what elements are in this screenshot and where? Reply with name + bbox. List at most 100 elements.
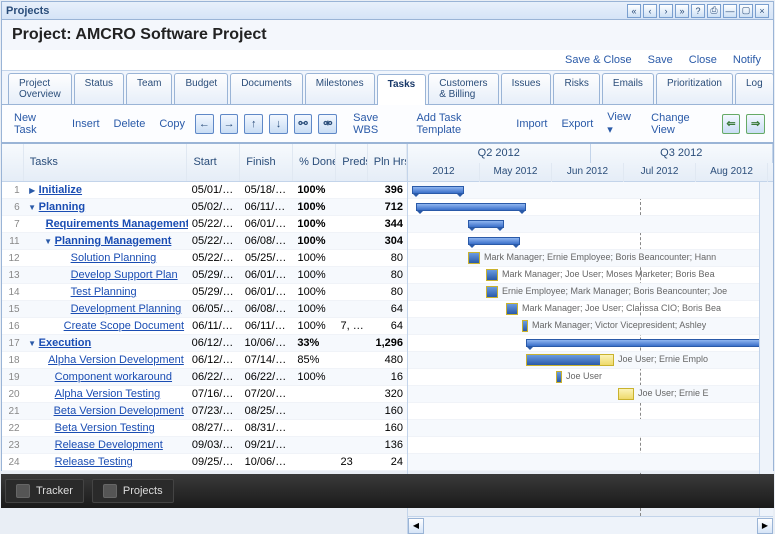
col-preds[interactable]: Preds <box>336 144 367 181</box>
col-tasks[interactable]: Tasks <box>24 144 188 181</box>
gantt-bar[interactable] <box>522 320 528 332</box>
nav-next-icon[interactable]: › <box>659 4 673 18</box>
cell-start[interactable]: 07/23/2012 <box>188 405 241 417</box>
cell-finish[interactable]: 07/14/2012 <box>241 354 294 366</box>
minimize-icon[interactable]: — <box>723 4 737 18</box>
cell-done[interactable]: 100% <box>294 320 337 332</box>
scroll-right-button[interactable]: ▶ <box>757 518 773 534</box>
cell-start[interactable]: 05/29/2012 <box>188 269 241 281</box>
cell-plnhrs[interactable]: 24 <box>368 456 407 468</box>
gantt-bar[interactable] <box>412 186 464 194</box>
cell-finish[interactable]: 06/22/2012 <box>241 371 294 383</box>
cell-plnhrs[interactable]: 304 <box>368 235 407 247</box>
table-row[interactable]: 20Alpha Version Testing07/16/201207/20/2… <box>2 386 407 403</box>
scroll-left-button[interactable]: ◀ <box>408 518 424 534</box>
cell-plnhrs[interactable]: 1,296 <box>368 337 407 349</box>
cell-plnhrs[interactable]: 480 <box>368 354 407 366</box>
arrow-down-icon[interactable]: ↓ <box>269 114 288 134</box>
gantt-bar[interactable] <box>526 339 773 347</box>
table-row[interactable]: 16Create Scope Document06/11/201206/11/2… <box>2 318 407 335</box>
arrow-right-icon[interactable]: → <box>220 114 239 134</box>
gantt-bar[interactable] <box>526 354 614 366</box>
expand-icon[interactable]: ▼ <box>28 339 37 348</box>
new-task-button[interactable]: New Task <box>10 110 62 138</box>
scroll-left-icon[interactable]: ⇐ <box>722 114 741 134</box>
gantt-bar[interactable] <box>618 388 634 400</box>
cell-start[interactable]: 06/12/2012 <box>188 337 241 349</box>
tab-status[interactable]: Status <box>74 73 124 104</box>
gantt-bar[interactable] <box>468 237 520 245</box>
cell-start[interactable]: 05/02/2012 <box>188 201 241 213</box>
table-row[interactable]: 21Beta Version Development07/23/201208/2… <box>2 403 407 420</box>
nav-last-icon[interactable]: » <box>675 4 689 18</box>
gantt-bar[interactable] <box>416 203 526 211</box>
cell-preds[interactable]: 23 <box>336 456 367 468</box>
copy-button[interactable]: Copy <box>155 116 189 132</box>
close-button[interactable]: Close <box>689 54 717 66</box>
export-button[interactable]: Export <box>557 116 597 132</box>
cell-finish[interactable]: 06/11/2012 <box>241 320 294 332</box>
tab-documents[interactable]: Documents <box>230 73 303 104</box>
task-name[interactable]: Release Testing <box>55 456 133 468</box>
cell-start[interactable]: 06/12/2012 <box>188 354 241 366</box>
task-name[interactable]: Component workaround <box>55 371 172 383</box>
task-name[interactable]: Test Planning <box>71 286 137 298</box>
tab-prioritization[interactable]: Prioritization <box>656 73 733 104</box>
maximize-icon[interactable]: ▢ <box>739 4 753 18</box>
tab-budget[interactable]: Budget <box>174 73 228 104</box>
cell-start[interactable]: 08/27/2012 <box>188 422 241 434</box>
import-button[interactable]: Import <box>512 116 551 132</box>
task-name[interactable]: Create Scope Document <box>64 320 184 332</box>
nav-first-icon[interactable]: « <box>627 4 641 18</box>
view-dropdown[interactable]: View ▾ <box>603 109 641 138</box>
cell-plnhrs[interactable]: 80 <box>368 286 407 298</box>
save-button[interactable]: Save <box>648 54 673 66</box>
cell-start[interactable]: 05/29/2012 <box>188 286 241 298</box>
cell-finish[interactable]: 05/18/2012 <box>240 184 293 196</box>
add-template-button[interactable]: Add Task Template <box>412 110 506 138</box>
taskbar-projects[interactable]: Projects <box>92 479 174 503</box>
table-row[interactable]: 23Release Development09/03/201209/21/201… <box>2 437 407 454</box>
table-row[interactable]: 14Test Planning05/29/201206/01/2012100%8… <box>2 284 407 301</box>
cell-done[interactable]: 100% <box>294 303 337 315</box>
gantt-bar[interactable] <box>468 252 480 264</box>
cell-plnhrs[interactable]: 64 <box>368 303 407 315</box>
cell-plnhrs[interactable]: 396 <box>368 184 407 196</box>
cell-start[interactable]: 05/22/2012 <box>188 235 241 247</box>
expand-icon[interactable]: ▶ <box>28 186 37 195</box>
gantt-bar[interactable] <box>486 286 498 298</box>
gantt-bar[interactable] <box>468 220 504 228</box>
tab-customers-billing[interactable]: Customers & Billing <box>428 73 498 104</box>
expand-icon[interactable]: ▼ <box>28 203 37 212</box>
taskbar-tracker[interactable]: Tracker <box>5 479 84 503</box>
table-row[interactable]: 1▶Initialize05/01/201205/18/2012100%396 <box>2 182 407 199</box>
expand-icon[interactable]: ▼ <box>44 237 53 246</box>
cell-plnhrs[interactable]: 16 <box>368 371 407 383</box>
cell-done[interactable]: 100% <box>293 218 336 230</box>
cell-done[interactable]: 100% <box>294 269 337 281</box>
arrow-up-icon[interactable]: ↑ <box>244 114 263 134</box>
task-name[interactable]: Release Development <box>55 439 163 451</box>
task-name[interactable]: Beta Version Testing <box>55 422 155 434</box>
cell-finish[interactable]: 08/31/2012 <box>241 422 294 434</box>
delete-button[interactable]: Delete <box>110 116 150 132</box>
cell-done[interactable]: 100% <box>294 252 337 264</box>
table-row[interactable]: 7Requirements Management05/22/201206/01/… <box>2 216 407 233</box>
task-name[interactable]: Development Planning <box>71 303 182 315</box>
cell-plnhrs[interactable]: 320 <box>368 388 407 400</box>
cell-plnhrs[interactable]: 136 <box>368 439 407 451</box>
cell-start[interactable]: 05/01/2012 <box>188 184 241 196</box>
nav-prev-icon[interactable]: ‹ <box>643 4 657 18</box>
table-row[interactable]: 18Alpha Version Development06/12/201207/… <box>2 352 407 369</box>
gantt-bar[interactable] <box>486 269 498 281</box>
task-name[interactable]: Alpha Version Testing <box>55 388 161 400</box>
table-row[interactable]: 19Component workaround06/22/201206/22/20… <box>2 369 407 386</box>
cell-start[interactable]: 06/22/2012 <box>188 371 241 383</box>
horizontal-scrollbar[interactable]: ◀ ▶ <box>408 516 773 534</box>
cell-plnhrs[interactable]: 80 <box>368 252 407 264</box>
tab-milestones[interactable]: Milestones <box>305 73 375 104</box>
cell-start[interactable]: 07/16/2012 <box>188 388 241 400</box>
tab-risks[interactable]: Risks <box>553 73 599 104</box>
cell-finish[interactable]: 09/21/2012 <box>241 439 294 451</box>
change-view-button[interactable]: Change View <box>647 110 715 138</box>
